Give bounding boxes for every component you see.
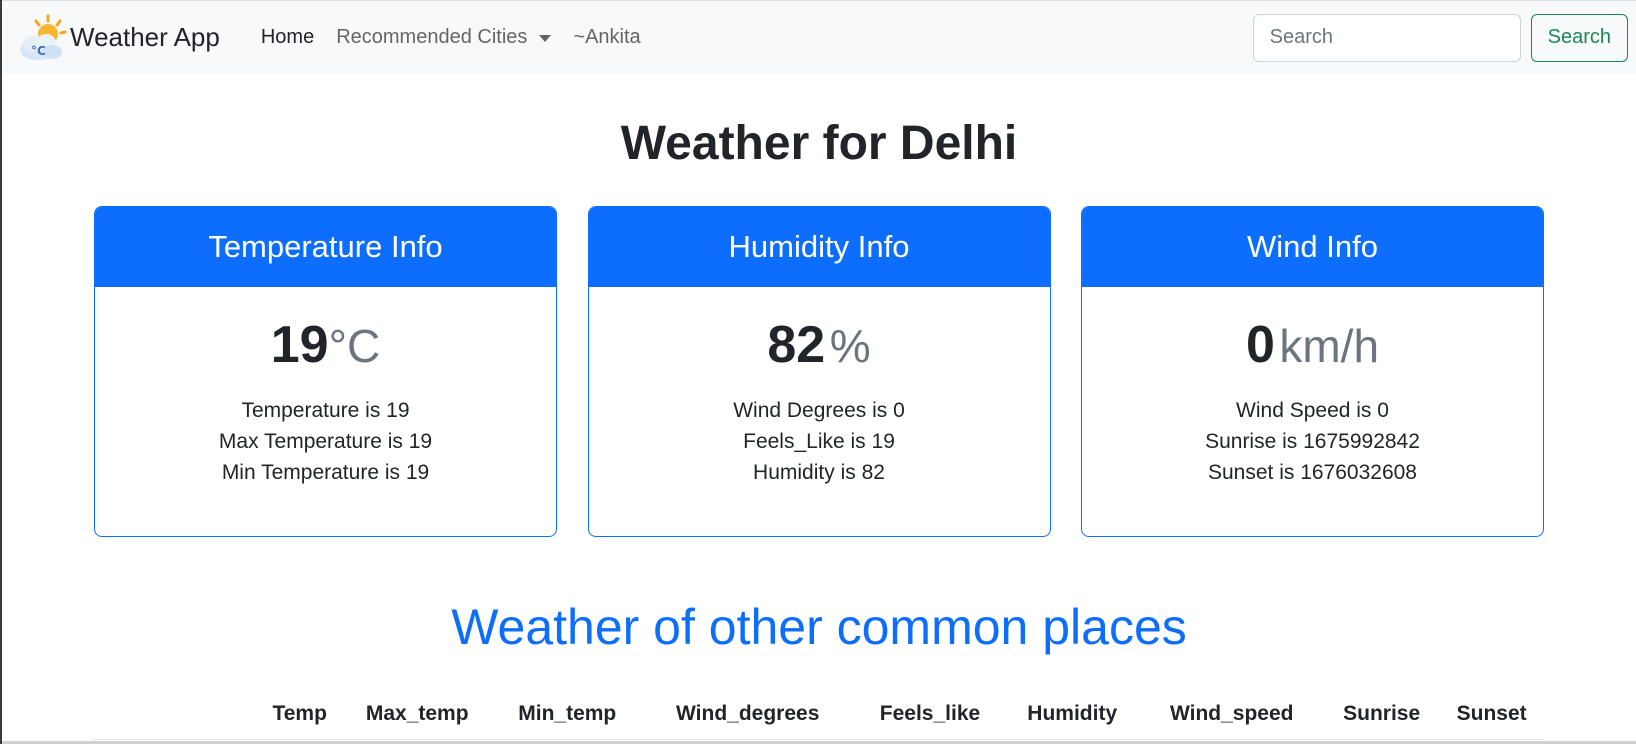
nav-links: Home Recommended Cities ~Ankita	[250, 18, 652, 57]
main-content: Weather for Delhi Temperature Info 19°C …	[2, 110, 1636, 740]
wind-speed-line: Wind Speed is 0	[1236, 399, 1389, 422]
humidity-card-header: Humidity Info	[588, 207, 1050, 287]
max-temperature-line: Max Temperature is 19	[218, 430, 433, 453]
temperature-number: 19	[270, 316, 329, 374]
sunset-line: Sunset is 1676032608	[1207, 461, 1417, 484]
humidity-number: 82	[767, 316, 826, 374]
navbar: °C Weather App Home Recommended Cities ~…	[2, 0, 1636, 74]
table-header-humidity: Humidity	[1005, 689, 1140, 740]
weather-sun-cloud-icon: °C	[16, 12, 72, 64]
table-header-sunset: Sunset	[1439, 689, 1544, 740]
humidity-card: Humidity Info 82 % Wind Degrees is 0 Fee…	[587, 206, 1051, 537]
search-button[interactable]: Search	[1530, 13, 1628, 62]
wind-card: Wind Info 0 km/h Wind Speed is 0 Sunrise…	[1081, 206, 1544, 537]
weather-cards: Temperature Info 19°C Temperature is 19 …	[94, 206, 1544, 537]
page-title: Weather for Delhi	[620, 117, 1018, 170]
table-header-temp: Temp	[259, 689, 341, 740]
table-header-row: Temp Max_temp Min_temp Wind_degrees Feel…	[94, 689, 1544, 740]
nav-recommended-cities-label: Recommended Cities	[336, 26, 528, 48]
humidity-details: Wind Degrees is 0 Feels_Like is 19 Humid…	[589, 395, 1050, 488]
wind-degrees-line: Wind Degrees is 0	[733, 399, 905, 422]
wind-number: 0	[1245, 316, 1275, 374]
table-header-city	[94, 689, 259, 740]
search-form: Search	[1252, 13, 1628, 62]
wind-value: 0 km/h	[1082, 313, 1543, 377]
min-temperature-line: Min Temperature is 19	[221, 461, 430, 484]
table-header-wind-speed: Wind_speed	[1139, 689, 1325, 740]
wind-card-header: Wind Info	[1082, 207, 1543, 287]
nav-home-link[interactable]: Home	[250, 18, 325, 57]
search-input[interactable]	[1252, 13, 1521, 62]
temperature-card-header: Temperature Info	[95, 207, 556, 287]
humidity-line: Humidity is 82	[753, 461, 885, 484]
humidity-unit: %	[829, 320, 871, 372]
table-header-min-temp: Min_temp	[493, 689, 641, 740]
wind-unit: km/h	[1279, 320, 1380, 372]
other-places-table-wrap: Temp Max_temp Min_temp Wind_degrees Feel…	[94, 689, 1544, 740]
table-header-feels-like: Feels_like	[854, 689, 1006, 740]
table-header-wind-degrees: Wind_degrees	[640, 689, 855, 740]
table-header-sunrise: Sunrise	[1324, 689, 1440, 740]
nav-recommended-cities-dropdown[interactable]: Recommended Cities	[325, 18, 562, 57]
wind-details: Wind Speed is 0 Sunrise is 1675992842 Su…	[1082, 395, 1543, 488]
svg-text:°C: °C	[31, 44, 46, 58]
feels-like-line: Feels_Like is 19	[743, 430, 895, 453]
temperature-card: Temperature Info 19°C Temperature is 19 …	[94, 206, 557, 537]
brand-link[interactable]: °C Weather App	[16, 12, 220, 64]
nav-user-link[interactable]: ~Ankita	[562, 18, 651, 57]
temperature-line: Temperature is 19	[241, 399, 410, 422]
brand-title: Weather App	[70, 22, 220, 52]
other-places-table: Temp Max_temp Min_temp Wind_degrees Feel…	[94, 689, 1544, 740]
caret-down-icon	[539, 35, 552, 42]
table-header-max-temp: Max_temp	[340, 689, 494, 740]
humidity-value: 82 %	[589, 313, 1050, 377]
temperature-details: Temperature is 19 Max Temperature is 19 …	[95, 395, 556, 488]
other-places-title: Weather of other common places	[451, 599, 1187, 655]
sunrise-line: Sunrise is 1675992842	[1205, 430, 1420, 453]
temperature-unit: °C	[328, 320, 381, 372]
temperature-value: 19°C	[95, 313, 556, 377]
